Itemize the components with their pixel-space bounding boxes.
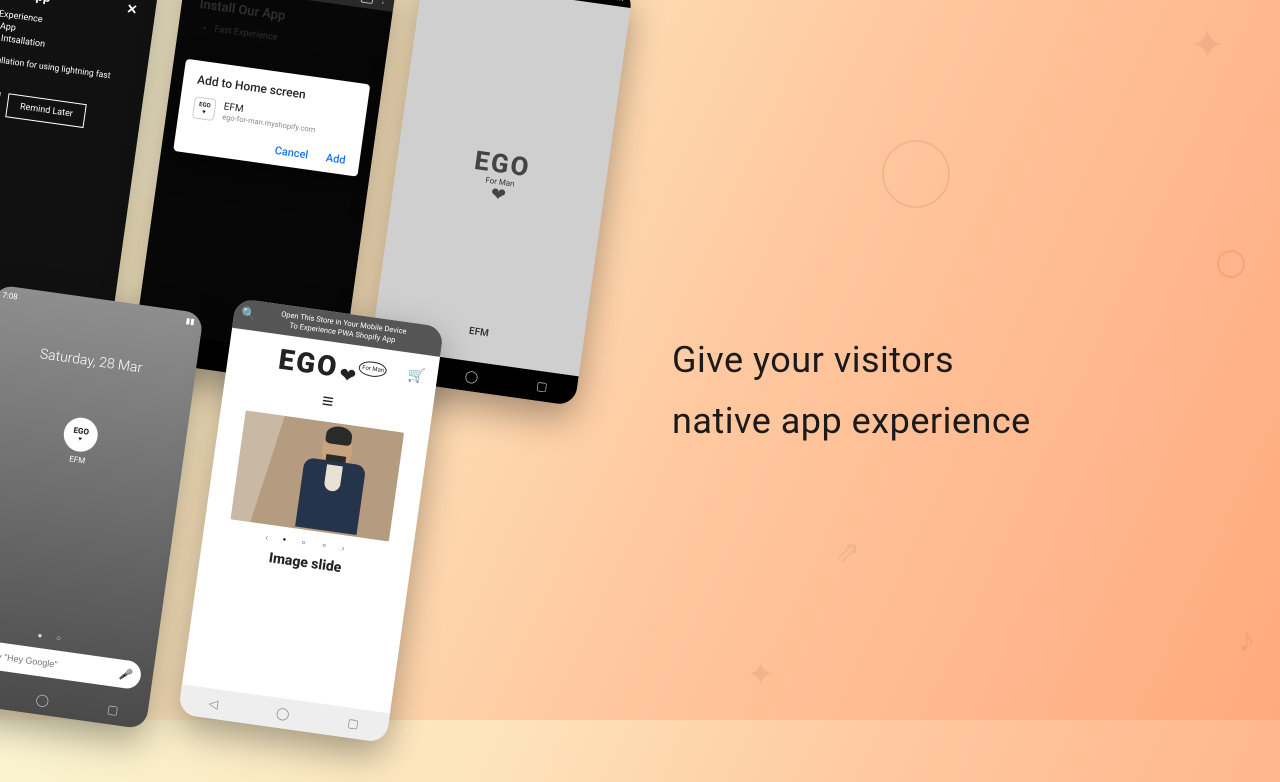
recent-icon[interactable]: ▢ [347,716,360,731]
home-icon[interactable]: ◯ [35,692,50,708]
tagline-line2: native app experience [672,391,1031,452]
search-input[interactable] [0,650,114,678]
kebab-menu-icon[interactable]: ⋮ [378,0,389,6]
app-icon: EGO ♥ [192,96,217,121]
sparkle-icon: ✦ [747,655,776,695]
close-icon[interactable]: ✕ [125,2,138,18]
app-icon-circle: EGO ♥ [62,415,100,453]
cart-icon[interactable]: 🛒 [407,366,426,384]
recent-icon[interactable]: ▢ [106,702,119,717]
sparkle-icon: ✦ [1190,20,1225,70]
tagline-line1: Give your visitors [672,330,1031,391]
install-sheet: Install Our App ✕ Fast Experience Light … [0,0,158,136]
install-button[interactable]: Install [0,85,1,116]
android-nav-bar: ◁ ◯ ▢ [178,684,390,743]
sheet-title: Install Our App [0,0,51,6]
bg-ring [1217,250,1245,278]
phone-homescreen: 7:08 ▮▮ Saturday, 28 Mar EGO ♥ EFM ● ○ 🎤… [0,284,204,729]
beard-icon: ❤ [338,362,358,388]
cancel-button[interactable]: Cancel [274,144,309,162]
beard-icon: ❤ [489,183,507,206]
recent-icon[interactable]: ▢ [535,379,548,394]
app-icon-label: EFM [60,453,95,467]
installed-app-icon[interactable]: EGO ♥ EFM [60,415,100,466]
signal-icon: ▮▮ [185,316,195,326]
tab-count[interactable]: 1 [361,0,375,4]
remind-later-button[interactable]: Remind Later [6,93,88,128]
brand-logo-text: EGO [277,342,341,383]
clock: 7:08 [2,290,19,301]
home-icon[interactable]: ◯ [464,369,479,385]
mic-icon[interactable]: 🎤 [118,667,133,682]
brand-badge: For Man [358,359,388,378]
bell-icon: ♪ [1238,620,1255,660]
hero-image [231,410,405,541]
marketing-tagline: Give your visitors native app experience [672,330,1031,452]
add-button[interactable]: Add [325,151,346,167]
beard-icon: ♥ [202,108,207,115]
rocket-icon: ⇗ [835,535,860,570]
bg-ring [882,140,950,208]
back-icon[interactable]: ◁ [208,696,219,711]
homescreen-date: Saturday, 28 Mar [0,339,196,384]
home-icon[interactable]: ◯ [275,706,290,722]
search-icon[interactable]: 🔍 [240,306,257,324]
beard-icon: ♥ [78,435,83,442]
model-figure [291,427,374,536]
